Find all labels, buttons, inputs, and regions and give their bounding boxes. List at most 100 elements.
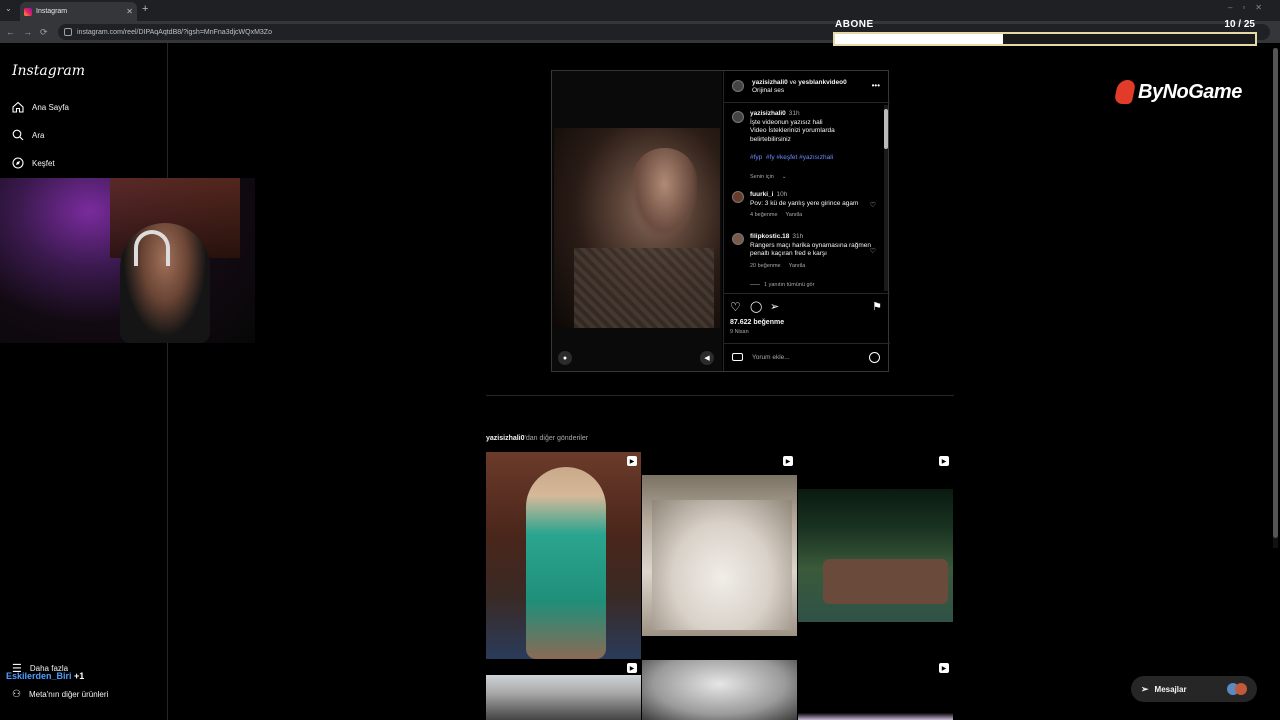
compass-icon (12, 157, 24, 169)
more-posts-suffix: 'dan diğer gönderiler (524, 435, 589, 442)
more-post-thumbnail[interactable]: ▶ (486, 452, 641, 659)
caption-avatar[interactable] (732, 111, 744, 123)
reel-icon: ▶ (627, 456, 637, 466)
like-icon[interactable]: ♡ (730, 300, 741, 314)
tab-search-icon[interactable]: ⌄ (5, 4, 12, 13)
comment-icon[interactable]: ◯ (750, 300, 762, 313)
sidebar-item-explore[interactable]: Keşfet (12, 157, 55, 169)
reel-icon: ▶ (939, 663, 949, 673)
comment-input[interactable]: Yorum ekle... (752, 354, 790, 361)
site-info-icon[interactable] (64, 28, 72, 36)
more-post-thumbnail[interactable] (798, 489, 953, 622)
post-date: 9 Nisan (730, 329, 749, 335)
caption: yazisizhali0 31h İşte videonun yazısız ha… (750, 110, 878, 181)
post-header: yazisizhali0 ve yesblankvideo0 Orijinal … (724, 71, 890, 103)
caption-user[interactable]: yazisizhali0 (750, 110, 786, 117)
tagged-user-icon[interactable]: ● (558, 351, 572, 365)
comment-likes[interactable]: 20 beğenme (750, 263, 781, 269)
nav-buttons[interactable]: ←→⟳ (6, 27, 56, 38)
page-scroll-thumb[interactable] (1273, 48, 1278, 538)
mute-icon[interactable]: ◀ (700, 351, 714, 365)
search-icon (12, 129, 24, 141)
reel-icon: ▶ (939, 456, 949, 466)
video-face (632, 148, 697, 238)
reel-icon: ▶ (627, 663, 637, 673)
reel-video[interactable]: ● ◀ (552, 71, 722, 371)
more-post-thumbnail[interactable] (798, 660, 953, 720)
message-avatar (1235, 683, 1247, 695)
coauthor-name[interactable]: yesblankvideo0 (798, 79, 846, 86)
messages-icon: ➢ (1141, 683, 1149, 694)
more-post-thumbnail[interactable] (486, 675, 641, 720)
instagram-logo[interactable]: Instagram (12, 63, 85, 79)
caption-hashtags[interactable]: #fyp #fy #keşfet #yazısızhali (750, 154, 878, 163)
view-replies-text[interactable]: 1 yanıtın tümünü gör (764, 282, 814, 288)
thumbnail-figure (823, 559, 948, 604)
post-authors: yazisizhali0 ve yesblankvideo0 Orijinal … (752, 79, 847, 95)
gif-icon[interactable] (732, 353, 743, 361)
sidebar-meta-label: Meta'nın diğer ürünleri (28, 690, 109, 699)
comment-reply[interactable]: Yanıtla (786, 212, 803, 218)
author-connector: ve (789, 79, 797, 86)
video-shirt (574, 248, 714, 328)
like-count[interactable]: 87.622 beğenme (730, 319, 784, 326)
brand-mark-icon (1113, 80, 1137, 104)
page-scrollbar[interactable] (1273, 48, 1278, 548)
audio-label[interactable]: Orijinal ses (752, 87, 784, 94)
brand-text: ByNoGame (1138, 80, 1242, 103)
comment-like-icon[interactable]: ♡ (870, 201, 876, 209)
brand-logo: ByNoGame (1113, 80, 1242, 104)
url-host: instagram.com (77, 28, 123, 36)
comments-scrollbar[interactable] (884, 105, 888, 291)
comment-user[interactable]: filipkostic.18 (750, 233, 789, 240)
author-name[interactable]: yazisizhali0 (752, 79, 788, 86)
thumbnail-figure (526, 467, 606, 659)
tab-title: Instagram (36, 8, 68, 15)
window-controls[interactable]: –▫✕ (1228, 3, 1272, 12)
streamer-webcam (0, 178, 255, 343)
comment-text: Rangers maçı harika oynamasına rağmen pe… (750, 241, 872, 258)
view-replies[interactable]: 1 yanıtın tümünü gör (750, 281, 878, 290)
more-post-thumbnail[interactable] (642, 660, 797, 720)
sub-goal-fill (835, 34, 1003, 44)
instagram-favicon-icon (24, 7, 32, 16)
reel-post: ● ◀ yazisizhali0 ve yesblankvideo0 Oriji… (551, 70, 890, 372)
comment-user[interactable]: fuurki_i (750, 191, 773, 198)
sub-goal-label: ABONE (835, 19, 874, 30)
caption-line: belirtebilirsiniz (750, 135, 791, 143)
for-you-label[interactable]: Senin için ⌄ (750, 173, 878, 182)
headset-shape (134, 230, 170, 266)
subscriber-goal-overlay: ABONE 10 / 25 (833, 18, 1257, 48)
more-post-thumbnail[interactable] (642, 475, 797, 636)
comment-avatar[interactable] (732, 191, 744, 203)
comment-like-icon[interactable]: ♡ (870, 247, 876, 255)
chat-extra: +1 (74, 671, 85, 681)
add-comment-bar: Yorum ekle... (724, 343, 890, 371)
messages-button[interactable]: ➢ Mesajlar (1131, 676, 1257, 702)
hashtags-text[interactable]: #fyp #fy #keşfet #yazısızhali (750, 154, 833, 161)
author-avatar[interactable] (732, 80, 744, 92)
comments-scroll-thumb[interactable] (884, 109, 888, 149)
save-bookmark-icon[interactable]: ⚑ (872, 300, 882, 313)
sidebar-item-home[interactable]: Ana Sayfa (12, 101, 69, 113)
share-icon[interactable]: ➢ (770, 300, 779, 313)
sidebar-item-label: Ana Sayfa (32, 102, 69, 112)
reel-icon: ▶ (783, 456, 793, 466)
for-you-text: Senin için (750, 173, 774, 180)
emoji-icon[interactable] (869, 352, 880, 363)
sidebar-item-search[interactable]: Ara (12, 129, 44, 141)
comment-likes[interactable]: 4 beğenme (750, 212, 778, 218)
comment-avatar[interactable] (732, 233, 744, 245)
comment-meta: 20 beğenme Yanıtla (750, 262, 878, 271)
comment-time: 10h (776, 191, 788, 198)
chat-user: Eskilerden_Biri (6, 671, 72, 681)
tab-close-icon[interactable]: ✕ (126, 7, 133, 16)
more-posts-user[interactable]: yazisizhali0 (486, 435, 525, 442)
comment-item: filipkostic.18 31h Rangers maçı harika oy… (750, 233, 878, 270)
more-options-icon[interactable]: ••• (872, 81, 880, 90)
browser-tab[interactable]: Instagram ✕ (20, 2, 137, 21)
new-tab-icon[interactable]: + (142, 3, 148, 15)
sidebar-item-meta[interactable]: ⚇ Meta'nın diğer ürünleri (12, 689, 108, 700)
comments-list: yazisizhali0 31h İşte videonun yazısız ha… (724, 105, 884, 291)
comment-reply[interactable]: Yanıtla (789, 263, 806, 269)
